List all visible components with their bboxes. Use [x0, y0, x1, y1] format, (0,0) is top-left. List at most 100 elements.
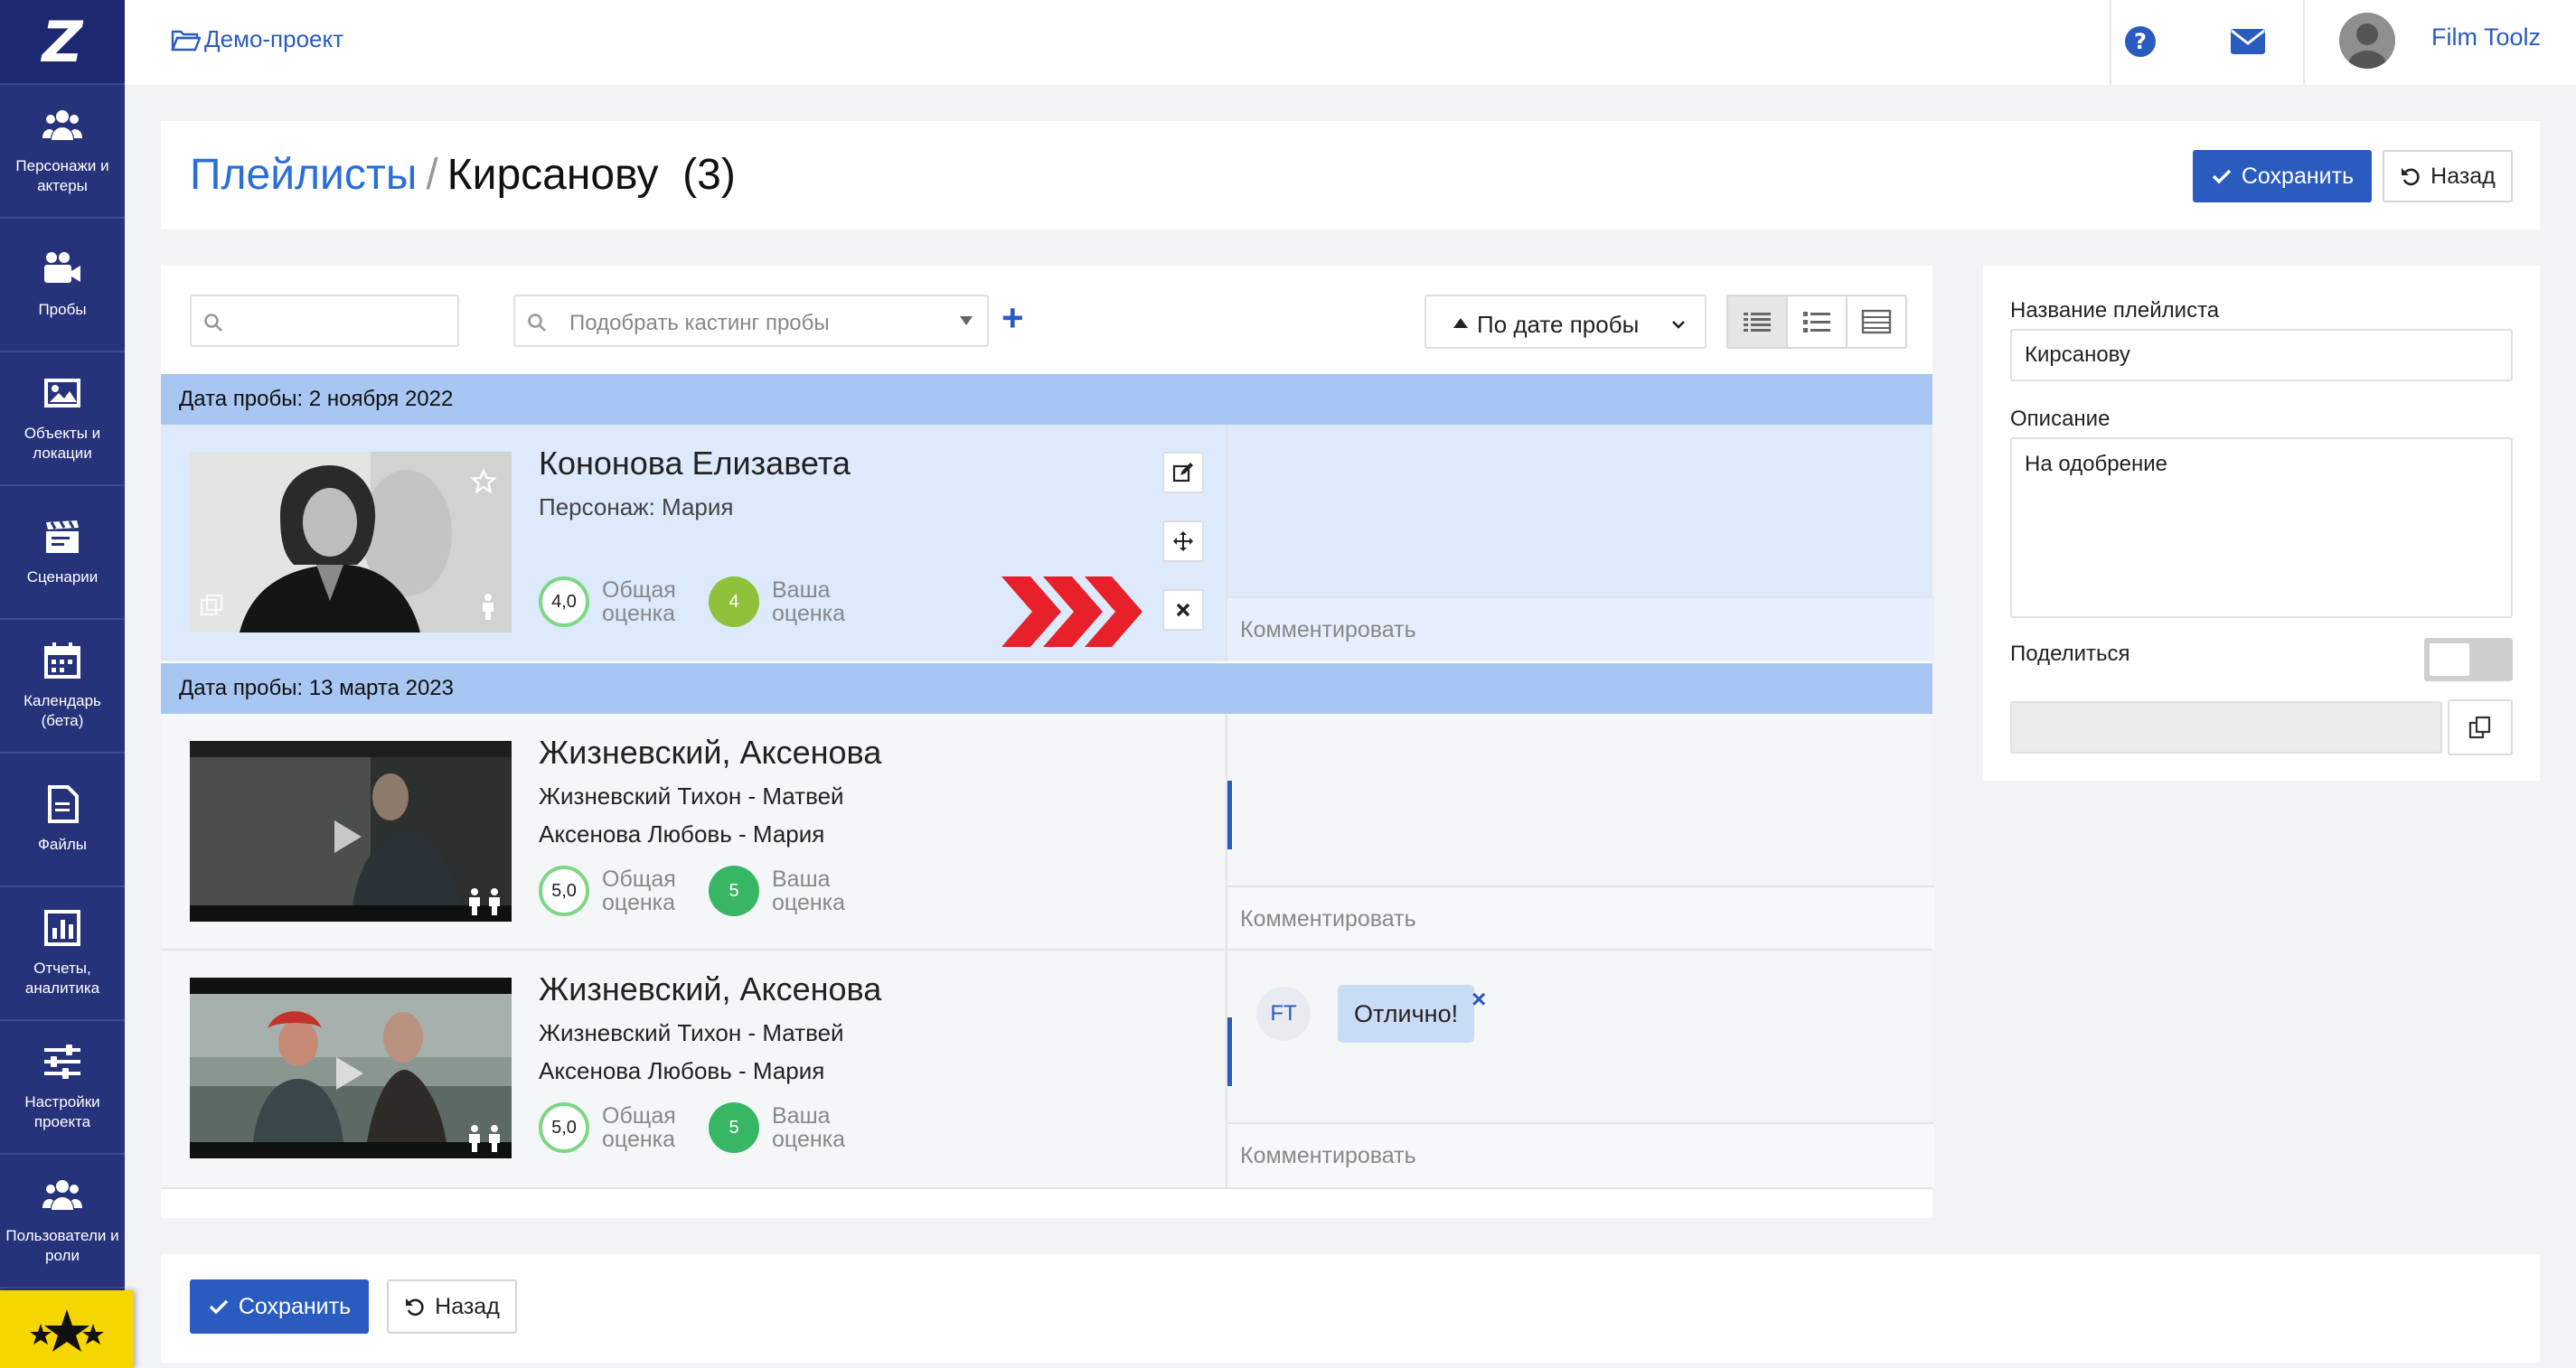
share-toggle[interactable] [2424, 638, 2513, 681]
check-icon [2212, 169, 2232, 184]
save-button[interactable]: Сохранить [2193, 150, 2372, 202]
your-score[interactable]: 5 [709, 866, 759, 916]
sidebar-item-label: Отчеты, аналитика [24, 960, 100, 997]
breadcrumb: Плейлисты / Кирсанову (3) [190, 150, 736, 200]
your-rating[interactable]: 5 Ваша оценка [709, 1102, 845, 1153]
casting-select[interactable]: Подобрать кастинг пробы [513, 295, 989, 347]
sidebar-item-characters[interactable]: Персонажи и актеры [0, 85, 125, 219]
avatar[interactable] [2339, 13, 2395, 69]
save-button-label: Сохранить [2241, 163, 2355, 189]
view-table-button[interactable] [1847, 296, 1905, 347]
overall-score: 5,0 [539, 866, 589, 916]
view-list-compact-button[interactable] [1728, 296, 1788, 347]
your-rating[interactable]: 5 Ваша оценка [709, 866, 845, 916]
delete-comment-icon[interactable]: × [1471, 985, 1486, 1014]
sidebar-item-settings[interactable]: Настройки проекта [0, 1021, 125, 1155]
list-item[interactable]: Кононова Елизавета Персонаж: Мария 4,0 О… [161, 425, 1934, 661]
mail-icon[interactable] [2229, 25, 2267, 58]
star-icon[interactable] [470, 468, 497, 495]
sidebar-item-label: Сценарии [26, 568, 99, 586]
character-line: Персонаж: Мария [539, 493, 734, 520]
rating-label: оценка [772, 601, 846, 626]
edit-button[interactable] [1162, 452, 1204, 493]
help-icon[interactable]: ? [2120, 22, 2160, 61]
back-button-label: Назад [2430, 163, 2496, 189]
breadcrumb-playlists-link[interactable]: Плейлисты [190, 151, 417, 199]
comment-input[interactable]: Комментировать [1227, 1122, 1934, 1187]
video-thumbnail[interactable] [190, 741, 512, 922]
sliders-icon [44, 1045, 80, 1079]
search-input[interactable] [190, 295, 459, 347]
svg-text:?: ? [2134, 29, 2147, 54]
sidebar-item-label: Пользователи и роли [5, 1227, 119, 1264]
check-icon [209, 1299, 229, 1315]
copy-link-button[interactable] [2448, 699, 2513, 755]
your-rating[interactable]: 4 Ваша оценка [709, 576, 845, 627]
divider [2303, 0, 2305, 85]
playlist-name-label: Название плейлиста [2010, 298, 2220, 323]
remove-button[interactable] [1162, 589, 1204, 631]
share-link-field[interactable] [2010, 701, 2442, 754]
app-logo[interactable]: Z [0, 0, 125, 85]
search-icon [204, 314, 222, 332]
rating-label: оценка [772, 890, 846, 915]
overall-score: 4,0 [539, 576, 589, 627]
rating-label: Общая [602, 867, 676, 892]
sidebar-item-label: Пробы [38, 301, 87, 318]
video-thumbnail[interactable] [190, 978, 512, 1158]
project-link[interactable]: Демо-проект [170, 25, 343, 53]
sort-select[interactable]: По дате пробы [1424, 295, 1706, 349]
sidebar: Z Персонажи и актеры Пробы Объекты и лок… [0, 0, 134, 1368]
description-textarea[interactable]: На одобрение [2010, 437, 2513, 618]
sidebar-item-files[interactable]: Файлы [0, 754, 125, 887]
breadcrumb-separator: / [426, 151, 438, 199]
audition-title[interactable]: Жизневский, Аксенова [539, 970, 881, 1008]
audition-video-image [190, 452, 512, 632]
undo-icon [406, 1298, 424, 1316]
person-icon [483, 594, 494, 620]
comment-input[interactable]: Комментировать [1227, 596, 1934, 661]
add-icon[interactable]: + [1001, 299, 1024, 337]
your-score[interactable]: 4 [709, 576, 759, 627]
list-compact-icon [1744, 313, 1771, 332]
list-item[interactable]: Жизневский, Аксенова Жизневский Тихон - … [161, 951, 1934, 1187]
rating-label: Ваша [772, 577, 831, 603]
role-line: Аксенова Любовь - Мария [539, 1057, 825, 1084]
sidebar-item-scripts[interactable]: Сценарии [0, 486, 125, 620]
video-thumbnail[interactable] [190, 452, 512, 632]
list-item[interactable]: Жизневский, Аксенова Жизневский Тихон - … [161, 714, 1934, 951]
sidebar-item-auditions[interactable]: Пробы [0, 219, 125, 352]
playlist-name-input[interactable]: Кирсанову [2010, 329, 2513, 381]
comment-column: Комментировать [1226, 714, 1934, 951]
comment-column: FT Отлично! × Комментировать [1226, 951, 1934, 1187]
move-icon [1173, 531, 1193, 551]
back-button-label: Назад [435, 1293, 500, 1319]
film-toolz-badge[interactable] [0, 1290, 134, 1368]
sidebar-item-locations[interactable]: Объекты и локации [0, 352, 125, 486]
audition-title[interactable]: Кононова Елизавета [539, 445, 851, 483]
role-line: Жизневский Тихон - Матвей [539, 1019, 844, 1046]
save-button[interactable]: Сохранить [190, 1279, 369, 1334]
sidebar-item-label: Персонажи и актеры [15, 157, 109, 194]
caret-down-icon [960, 316, 973, 325]
user-silhouette-icon [2339, 13, 2395, 69]
sort-ascending-icon [1453, 318, 1468, 328]
file-icon [48, 785, 79, 823]
description-label: Описание [2010, 407, 2111, 431]
bar-chart-icon [44, 910, 80, 946]
comment-input[interactable]: Комментировать [1227, 885, 1934, 951]
user-name[interactable]: Film Toolz [2431, 23, 2541, 52]
copy-icon [2468, 716, 2491, 739]
sidebar-item-reports[interactable]: Отчеты, аналитика [0, 887, 125, 1021]
audition-title[interactable]: Жизневский, Аксенова [539, 734, 881, 772]
overall-rating: 5,0 Общая оценка [539, 1102, 676, 1153]
sidebar-item-users[interactable]: Пользователи и роли [0, 1155, 125, 1288]
move-button[interactable] [1162, 520, 1204, 562]
view-list-button[interactable] [1788, 296, 1847, 347]
date-group-header: Дата пробы: 2 ноября 2022 [161, 374, 1932, 425]
sidebar-item-calendar[interactable]: Календарь (бета) [0, 620, 125, 754]
back-button[interactable]: Назад [387, 1279, 517, 1334]
your-score[interactable]: 5 [709, 1102, 759, 1153]
item-count: (3) [682, 151, 736, 199]
back-button[interactable]: Назад [2383, 150, 2513, 202]
